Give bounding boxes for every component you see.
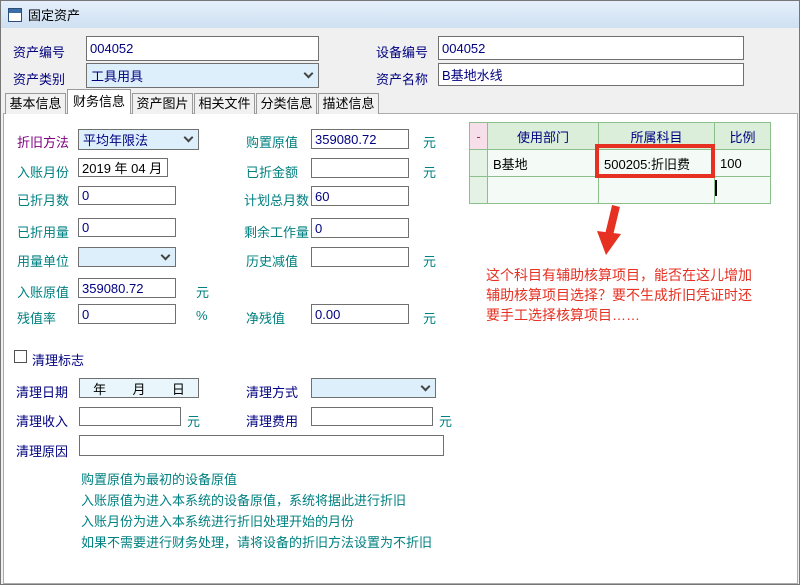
cell-subject[interactable] [599, 177, 714, 203]
annotation-line: 辅助核算项目选择？要不生成折旧凭证时还 [486, 285, 791, 305]
depreciated-usage-label: 已折用量 [17, 222, 69, 241]
entry-month-label: 入账月份 [17, 162, 69, 181]
entry-month-input[interactable] [78, 158, 168, 177]
clear-flag-label: 清理标志 [32, 350, 84, 369]
clear-date-year: 年 [80, 379, 119, 398]
clear-income-unit: 元 [187, 411, 200, 430]
clear-expense-label: 清理费用 [246, 411, 298, 430]
purchase-value-label: 购置原值 [246, 132, 298, 151]
clear-income-label: 清理收入 [16, 411, 68, 430]
row-indicator[interactable] [470, 150, 487, 176]
clear-date-label: 清理日期 [16, 382, 68, 401]
clear-flag-checkbox[interactable] [14, 350, 27, 363]
historical-impairment-unit: 元 [423, 251, 436, 270]
highlight-box [595, 144, 715, 178]
depreciation-method-select[interactable]: 平均年限法 [78, 129, 199, 150]
window-title: 固定资产 [28, 5, 80, 24]
fixed-asset-window: 固定资产 资产编号 资产类别 工具用具 设备编号 资产名称 基本信息 财务信息 … [0, 0, 800, 585]
asset-no-input[interactable] [86, 36, 319, 61]
annotation-text: 这个科目有辅助核算项目，能否在这儿增加 辅助核算项目选择？要不生成折旧凭证时还 … [486, 265, 791, 325]
cell-dept[interactable] [488, 177, 598, 203]
clear-reason-input[interactable] [79, 435, 444, 456]
row-indicator[interactable] [470, 177, 487, 203]
net-residual-label: 净残值 [246, 308, 285, 327]
chevron-down-icon [304, 69, 314, 79]
planned-months-input[interactable] [311, 186, 409, 206]
help-line: 入账原值为进入本系统的设备原值，系统将据此进行折旧 [81, 490, 406, 509]
depreciated-amount-input[interactable] [311, 158, 409, 178]
asset-no-label: 资产编号 [13, 42, 65, 61]
residual-rate-unit: % [196, 308, 208, 323]
chevron-down-icon [184, 133, 194, 143]
historical-impairment-label: 历史减值 [246, 251, 298, 270]
column-header-ratio[interactable]: 比例 [715, 123, 770, 149]
remaining-workload-label: 剩余工作量 [244, 222, 309, 241]
net-residual-input[interactable] [311, 304, 409, 324]
annotation-line: 要手工选择核算项目…… [486, 305, 791, 325]
usage-unit-label: 用量单位 [17, 251, 69, 270]
tab-asset-image[interactable]: 资产图片 [132, 93, 193, 114]
depreciated-months-input[interactable] [78, 186, 176, 205]
asset-category-label: 资产类别 [13, 69, 65, 88]
entry-value-unit: 元 [196, 282, 209, 301]
cell-dept[interactable]: B基地 [488, 150, 598, 176]
depreciation-method-value: 平均年限法 [83, 130, 148, 149]
depreciated-amount-label: 已折金额 [246, 162, 298, 181]
usage-unit-select[interactable] [78, 247, 176, 267]
clear-method-label: 清理方式 [246, 382, 298, 401]
depreciated-months-label: 已折月数 [17, 190, 69, 209]
clear-date-month: 月 [119, 379, 158, 398]
depreciation-method-label: 折旧方法 [17, 132, 69, 151]
tab-category-info[interactable]: 分类信息 [256, 93, 317, 114]
help-line: 如果不需要进行财务处理，请将设备的折旧方法设置为不折旧 [81, 532, 432, 551]
clear-date-input[interactable]: 年 月 日 [79, 378, 199, 398]
depreciated-usage-input[interactable] [78, 218, 176, 237]
clear-expense-unit: 元 [439, 411, 452, 430]
remaining-workload-input[interactable] [311, 218, 409, 238]
text-caret [715, 180, 717, 196]
purchase-value-unit: 元 [423, 132, 436, 151]
device-no-label: 设备编号 [376, 42, 428, 61]
asset-category-value: 工具用具 [91, 66, 143, 85]
entry-value-input[interactable] [78, 278, 176, 298]
tab-related-files[interactable]: 相关文件 [194, 93, 255, 114]
residual-rate-input[interactable] [78, 304, 176, 324]
asset-category-select[interactable]: 工具用具 [86, 63, 319, 88]
entry-value-label: 入账原值 [17, 282, 69, 301]
window-icon [8, 8, 22, 22]
tab-finance-info[interactable]: 财务信息 [67, 89, 131, 114]
help-line: 入账月份为进入本系统进行折旧处理开始的月份 [81, 511, 354, 530]
asset-name-input[interactable] [438, 63, 744, 86]
clear-date-day: 日 [159, 379, 198, 398]
tab-description-info[interactable]: 描述信息 [318, 93, 379, 114]
cell-ratio[interactable]: 100 [715, 150, 770, 176]
clear-method-select[interactable] [311, 378, 436, 398]
chevron-down-icon [421, 381, 431, 391]
net-residual-unit: 元 [423, 308, 436, 327]
annotation-line: 这个科目有辅助核算项目，能否在这儿增加 [486, 265, 791, 285]
planned-months-label: 计划总月数 [244, 190, 309, 209]
title-bar: 固定资产 [1, 1, 799, 28]
column-header-dept[interactable]: 使用部门 [488, 123, 598, 149]
residual-rate-label: 残值率 [17, 308, 56, 327]
table-corner-cell: - [470, 123, 487, 149]
help-line: 购置原值为最初的设备原值 [81, 469, 237, 488]
device-no-input[interactable] [438, 36, 744, 60]
asset-name-label: 资产名称 [376, 69, 428, 88]
purchase-value-input[interactable] [311, 129, 409, 149]
clear-expense-input[interactable] [311, 407, 433, 426]
clear-reason-label: 清理原因 [16, 441, 68, 460]
chevron-down-icon [161, 250, 171, 260]
clear-income-input[interactable] [79, 407, 181, 426]
tab-basic-info[interactable]: 基本信息 [5, 93, 66, 114]
red-arrow-icon [591, 203, 635, 259]
cell-ratio[interactable] [715, 177, 770, 203]
depreciated-amount-unit: 元 [423, 162, 436, 181]
historical-impairment-input[interactable] [311, 247, 409, 267]
